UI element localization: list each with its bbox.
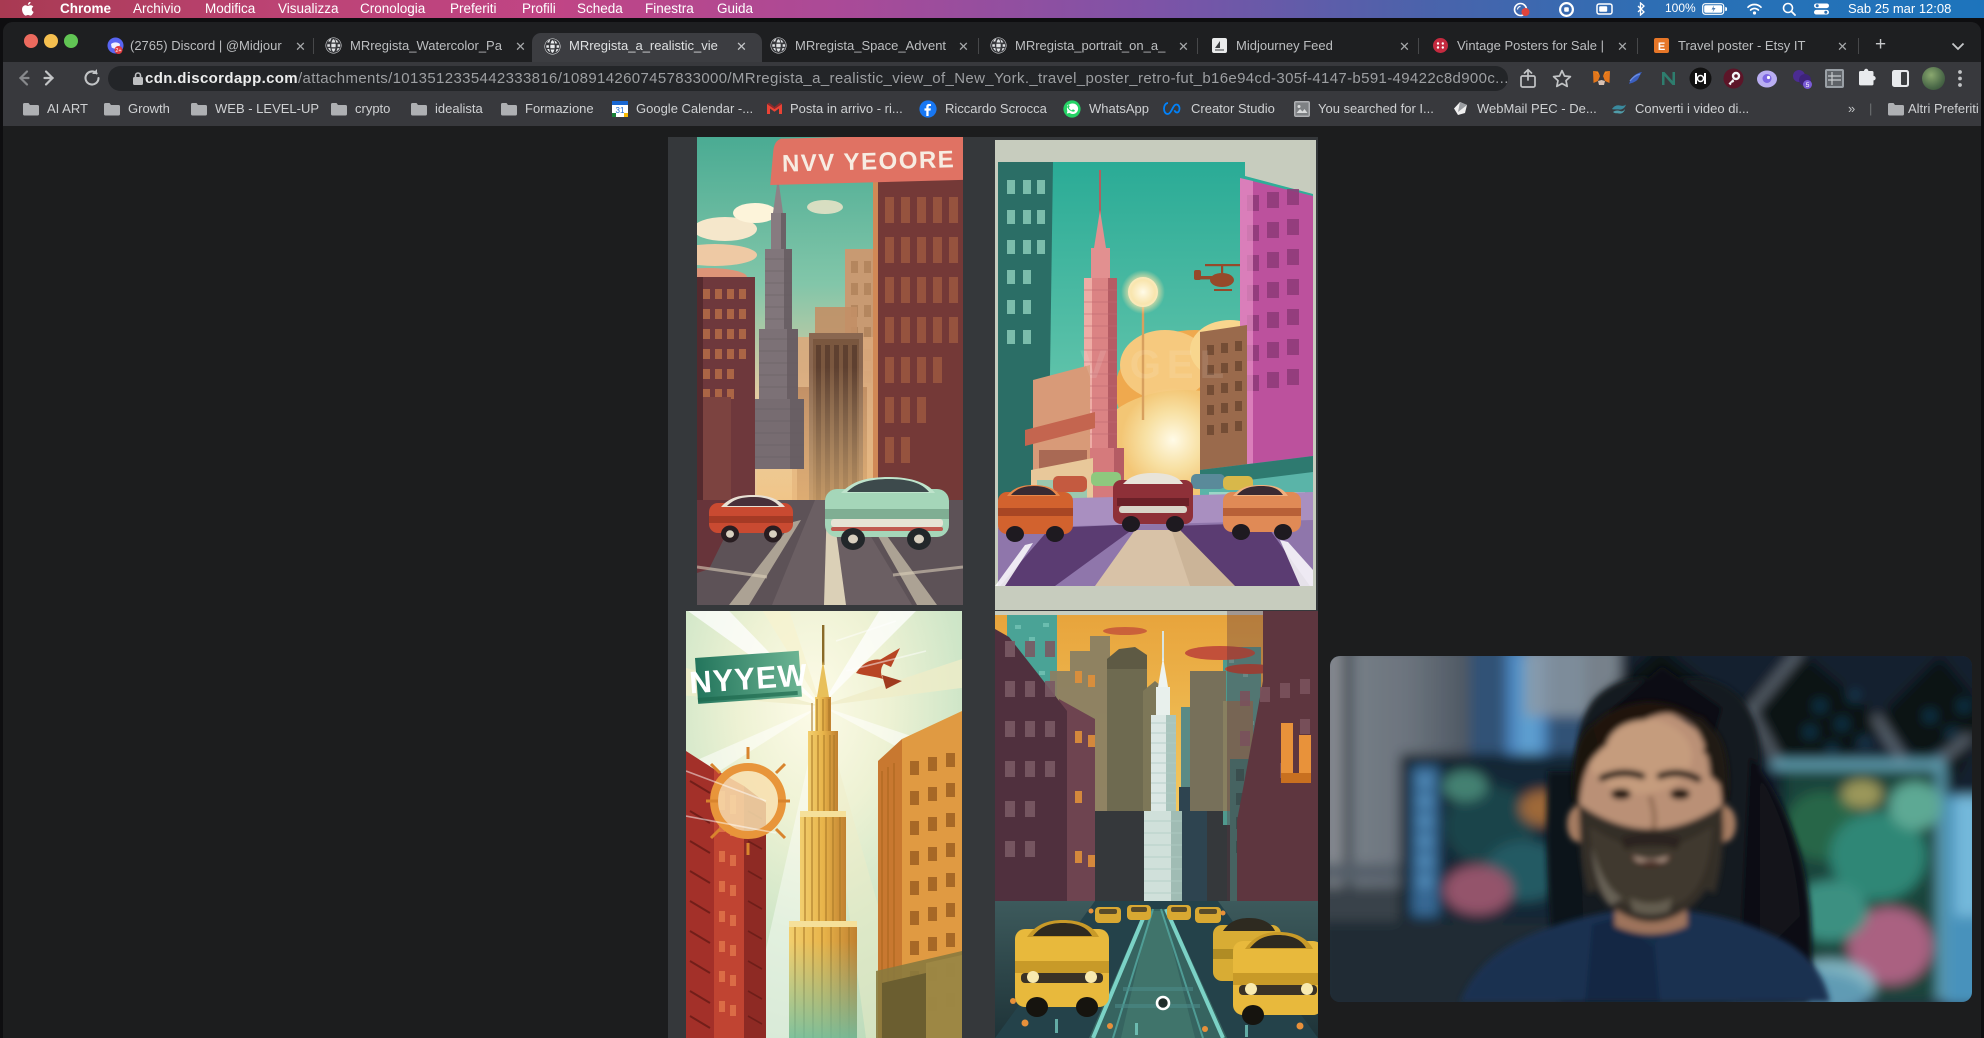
svg-text:31: 31 (616, 106, 625, 115)
svg-text:2+: 2+ (115, 48, 121, 54)
svg-text:5: 5 (1806, 82, 1810, 89)
svg-text:E: E (1658, 41, 1665, 53)
svg-text:V GEL: V GEL (1080, 343, 1230, 387)
svg-text:NVV YEOORE: NVV YEOORE (782, 146, 956, 178)
